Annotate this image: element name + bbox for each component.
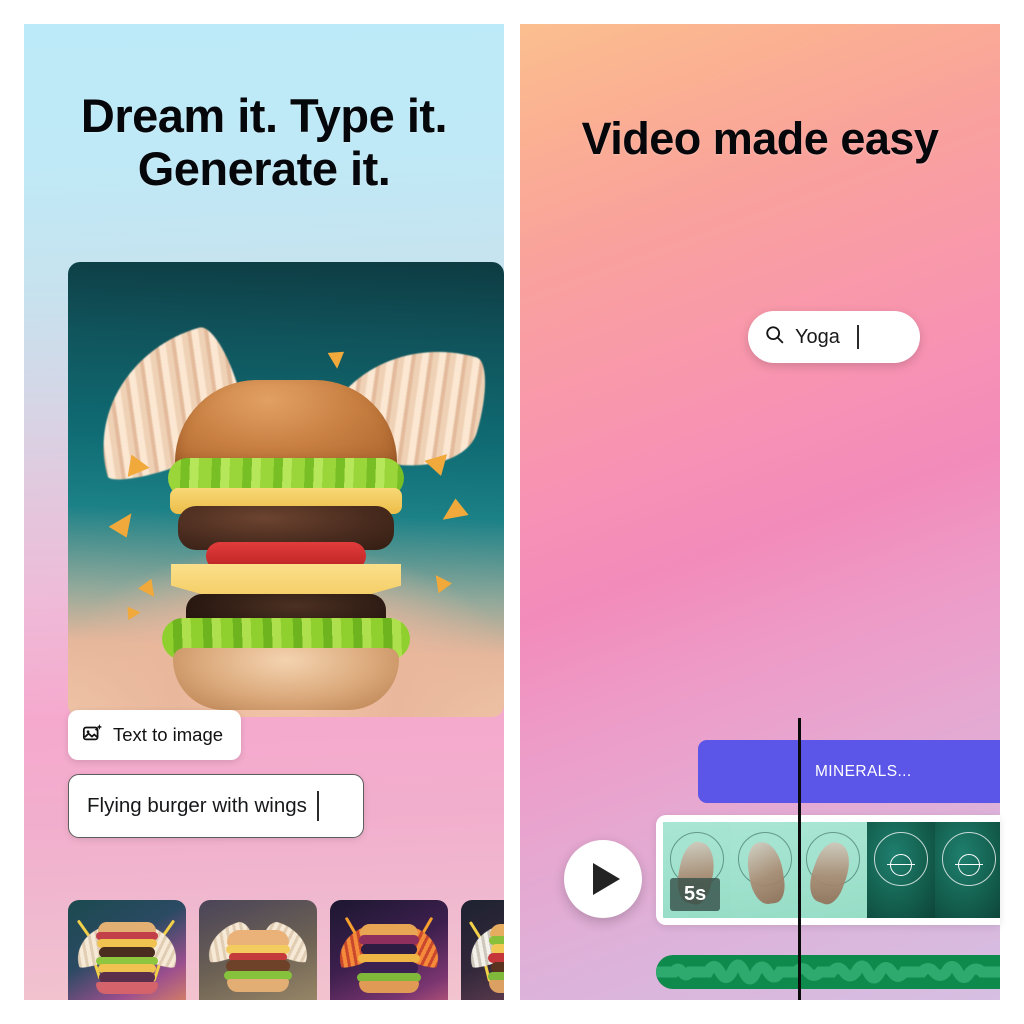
- thumbnail-item[interactable]: [199, 900, 317, 1000]
- crumb-particle: [125, 607, 141, 623]
- generated-thumbnail-strip[interactable]: [68, 900, 504, 1000]
- timeline-caption-clip[interactable]: MINERALS...: [698, 740, 1000, 803]
- image-sparkle-icon: [82, 722, 104, 749]
- timeline-audio-track[interactable]: [656, 955, 1000, 989]
- burger-bun-bottom: [173, 648, 399, 710]
- timeline-frame[interactable]: [935, 822, 1000, 918]
- audio-waveform: [656, 959, 1000, 985]
- right-headline: Video made easy: [581, 113, 939, 164]
- play-button[interactable]: [564, 840, 642, 918]
- timeline-frame[interactable]: [867, 822, 935, 918]
- crumb-particle: [432, 571, 453, 593]
- crumb-particle: [437, 496, 468, 524]
- timeline-playhead[interactable]: [798, 718, 801, 1000]
- prompt-input[interactable]: Flying burger with wings: [68, 774, 364, 838]
- text-to-image-mode-chip[interactable]: Text to image: [68, 710, 242, 760]
- timeline-filmstrip[interactable]: 5s: [656, 815, 1000, 925]
- thumbnail-item[interactable]: [68, 900, 186, 1000]
- left-headline: Dream it. Type it. Generate it.: [80, 89, 448, 195]
- timeline-frame[interactable]: [799, 822, 867, 918]
- thumbnail-item[interactable]: [461, 900, 504, 1000]
- clip-duration-badge: 5s: [670, 878, 721, 911]
- search-input[interactable]: Yoga: [748, 311, 920, 363]
- crumb-particle: [136, 579, 157, 601]
- timeline-caption-text: MINERALS...: [815, 762, 912, 780]
- left-promo-panel: Dream it. Type it. Generate it. Text to …: [24, 24, 504, 1000]
- mode-chip-label: Text to image: [113, 724, 224, 745]
- prompt-input-value: Flying burger with wings: [87, 794, 307, 817]
- text-caret: [316, 791, 319, 821]
- generated-image-preview[interactable]: [68, 262, 504, 717]
- crumb-particle: [328, 348, 349, 370]
- crumb-particle: [109, 510, 142, 542]
- search-input-value: Yoga: [795, 325, 840, 348]
- search-icon: [764, 324, 785, 350]
- thumbnail-item[interactable]: [330, 900, 448, 1000]
- text-caret: [856, 325, 859, 349]
- screenshot-root: Dream it. Type it. Generate it. Text to …: [0, 0, 1024, 1024]
- timeline-frame[interactable]: [731, 822, 799, 918]
